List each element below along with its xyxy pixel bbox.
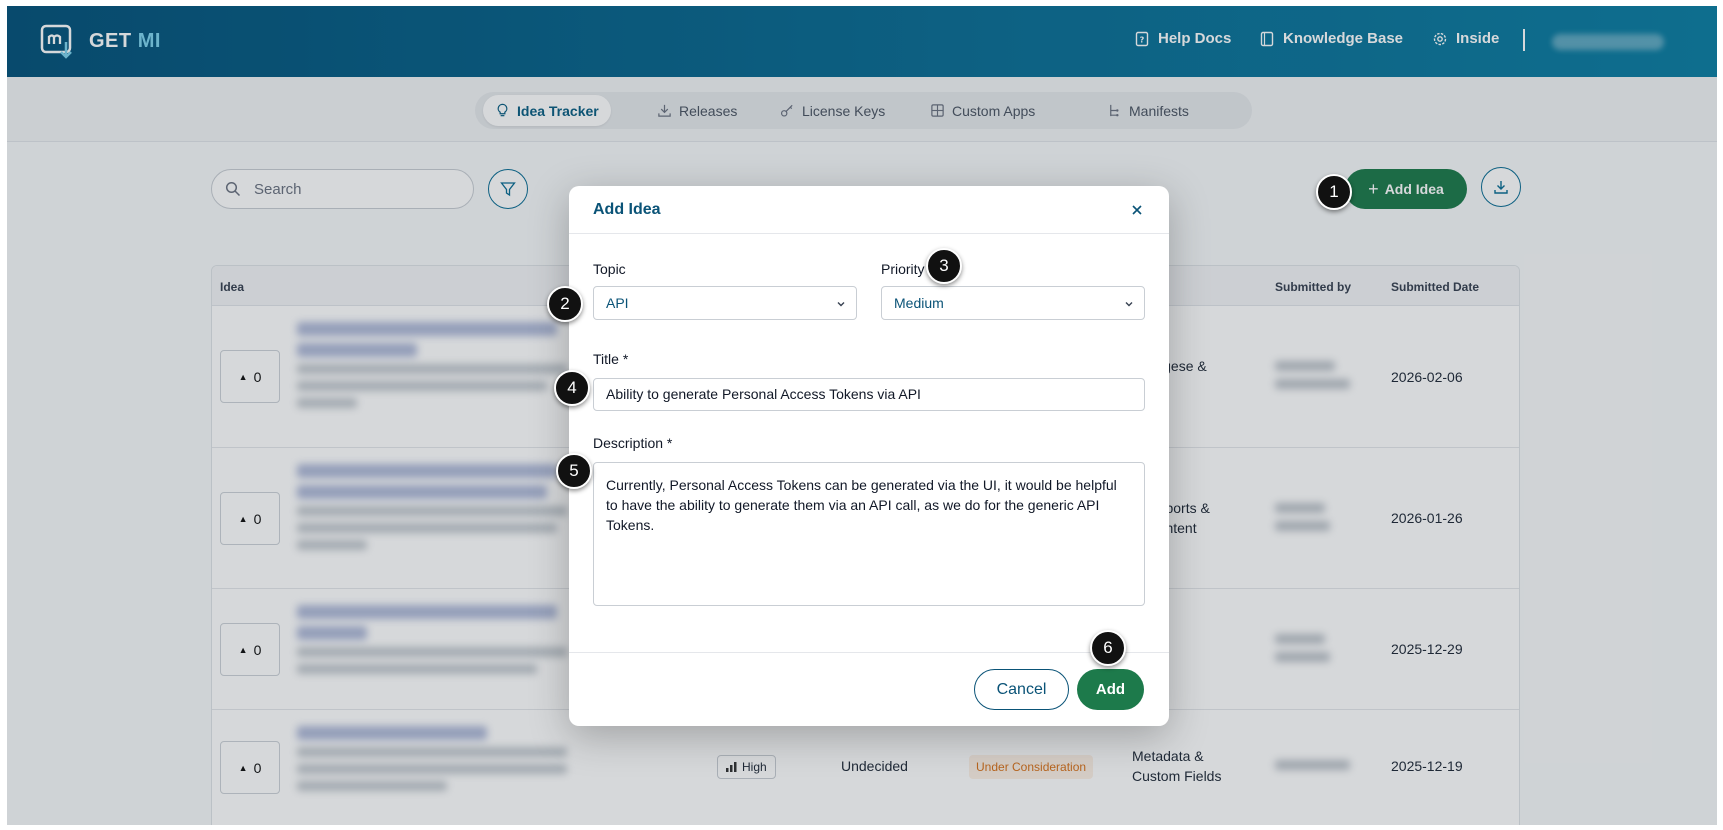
title-input[interactable]: Ability to generate Personal Access Toke… — [593, 378, 1145, 411]
cancel-button[interactable]: Cancel — [974, 669, 1069, 710]
add-button[interactable]: Add — [1077, 669, 1144, 710]
priority-label: Priority — [881, 261, 925, 277]
app-window: GET MI ? Help Docs Knowledge Base Inside… — [7, 6, 1717, 825]
topic-select[interactable]: API — [593, 286, 857, 320]
title-label: Title * — [593, 351, 629, 367]
screenshot-frame: GET MI ? Help Docs Knowledge Base Inside… — [0, 0, 1723, 830]
description-label: Description * — [593, 435, 673, 451]
chevron-down-icon — [1125, 302, 1133, 307]
description-textarea[interactable]: Currently, Personal Access Tokens can be… — [593, 462, 1145, 606]
step-marker-6: 6 — [1090, 630, 1126, 666]
step-marker-4: 4 — [554, 370, 590, 406]
priority-value: Medium — [894, 295, 944, 311]
close-icon[interactable] — [1127, 200, 1147, 220]
step-marker-2: 2 — [547, 286, 583, 322]
add-idea-dialog: Add Idea Topic API Priority Medium Title… — [569, 186, 1169, 726]
dialog-header: Add Idea — [569, 186, 1169, 234]
priority-select[interactable]: Medium — [881, 286, 1145, 320]
step-marker-1: 1 — [1316, 174, 1352, 210]
topic-label: Topic — [593, 261, 626, 277]
step-marker-3: 3 — [926, 248, 962, 284]
chevron-down-icon — [837, 302, 845, 307]
step-marker-5: 5 — [556, 453, 592, 489]
topic-value: API — [606, 295, 629, 311]
dialog-footer-divider — [569, 652, 1169, 653]
dialog-title: Add Idea — [593, 201, 661, 218]
